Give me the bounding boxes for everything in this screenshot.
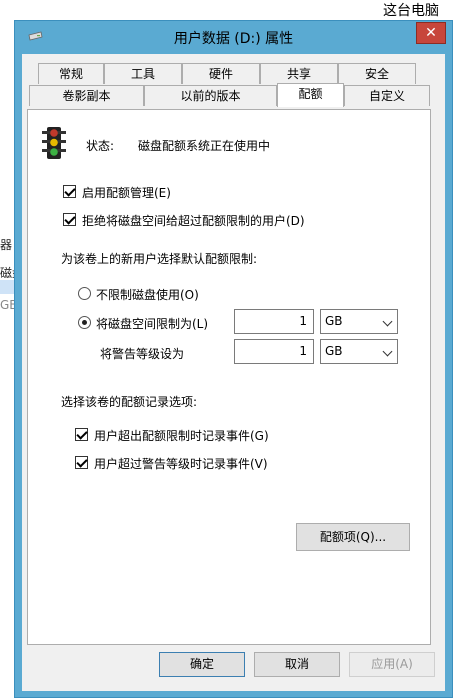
limit-to-radio[interactable] [78, 316, 91, 329]
warning-unit-select[interactable]: GB [320, 339, 398, 364]
no-limit-label[interactable]: 不限制磁盘使用(O) [96, 286, 199, 303]
warning-value-input[interactable]: 1 [234, 339, 314, 364]
dialog-client: 常规 工具 硬件 共享 安全 卷影副本 以前的版本 配额 自定义 状态: 磁盘配… [22, 54, 445, 691]
chevron-down-icon [382, 346, 393, 357]
tab-shadow-copies[interactable]: 卷影副本 [29, 85, 144, 106]
properties-dialog: 用户数据 (D:) 属性 ✕ 常规 工具 硬件 共享 安全 卷影副本 以前的版本… [14, 20, 453, 698]
tab-customize[interactable]: 自定义 [344, 85, 430, 106]
traffic-light-icon [42, 127, 66, 159]
ok-button[interactable]: 确定 [159, 652, 245, 677]
tab-sharing[interactable]: 共享 [260, 63, 338, 84]
dialog-title: 用户数据 (D:) 属性 [173, 31, 294, 47]
default-limit-heading: 为该卷上的新用户选择默认配额限制: [61, 252, 258, 266]
warning-unit-value: GB [325, 344, 343, 358]
enable-quota-label[interactable]: 启用配额管理(E) [82, 184, 171, 201]
logging-heading: 选择该卷的配额记录选项: [61, 395, 198, 409]
limit-unit-value: GB [325, 314, 343, 328]
limit-unit-select[interactable]: GB [320, 309, 398, 334]
chevron-down-icon [382, 316, 393, 327]
tab-hardware[interactable]: 硬件 [182, 63, 260, 84]
log-exceed-warning-label[interactable]: 用户超过警告等级时记录事件(V) [94, 455, 268, 472]
enable-quota-checkbox[interactable] [63, 185, 76, 198]
log-exceed-limit-label[interactable]: 用户超出配额限制时记录事件(G) [94, 427, 269, 444]
tab-tools[interactable]: 工具 [104, 63, 182, 84]
warning-label: 将警告等级设为 [100, 347, 185, 361]
background-window-title: 这台电脑 [383, 3, 439, 19]
limit-value-input[interactable]: 1 [234, 309, 314, 334]
quota-panel: 状态: 磁盘配额系统正在使用中 启用配额管理(E) 拒绝将磁盘空间给超过配额限制… [27, 109, 431, 645]
tab-quota[interactable]: 配额 [277, 83, 344, 107]
tab-security[interactable]: 安全 [338, 63, 416, 84]
apply-button[interactable]: 应用(A) [349, 652, 435, 677]
background-left-strip [0, 24, 14, 698]
tab-previous-versions[interactable]: 以前的版本 [144, 85, 277, 106]
status-value: 磁盘配额系统正在使用中 [138, 139, 271, 153]
no-limit-radio[interactable] [78, 287, 91, 300]
deny-space-label[interactable]: 拒绝将磁盘空间给超过配额限制的用户(D) [82, 212, 305, 229]
background-selection-bar [0, 280, 14, 294]
background-fragment-1: 器 [0, 238, 13, 252]
deny-space-checkbox[interactable] [63, 213, 76, 226]
quota-entries-button[interactable]: 配额项(Q)... [296, 523, 410, 551]
tab-general[interactable]: 常规 [38, 63, 104, 84]
log-exceed-limit-checkbox[interactable] [75, 428, 88, 441]
dialog-titlebar[interactable]: 用户数据 (D:) 属性 ✕ [15, 21, 452, 54]
close-button[interactable]: ✕ [416, 22, 446, 44]
status-label: 状态: [86, 139, 115, 153]
log-exceed-warning-checkbox[interactable] [75, 456, 88, 469]
cancel-button[interactable]: 取消 [254, 652, 340, 677]
limit-to-label[interactable]: 将磁盘空间限制为(L) [96, 315, 208, 332]
